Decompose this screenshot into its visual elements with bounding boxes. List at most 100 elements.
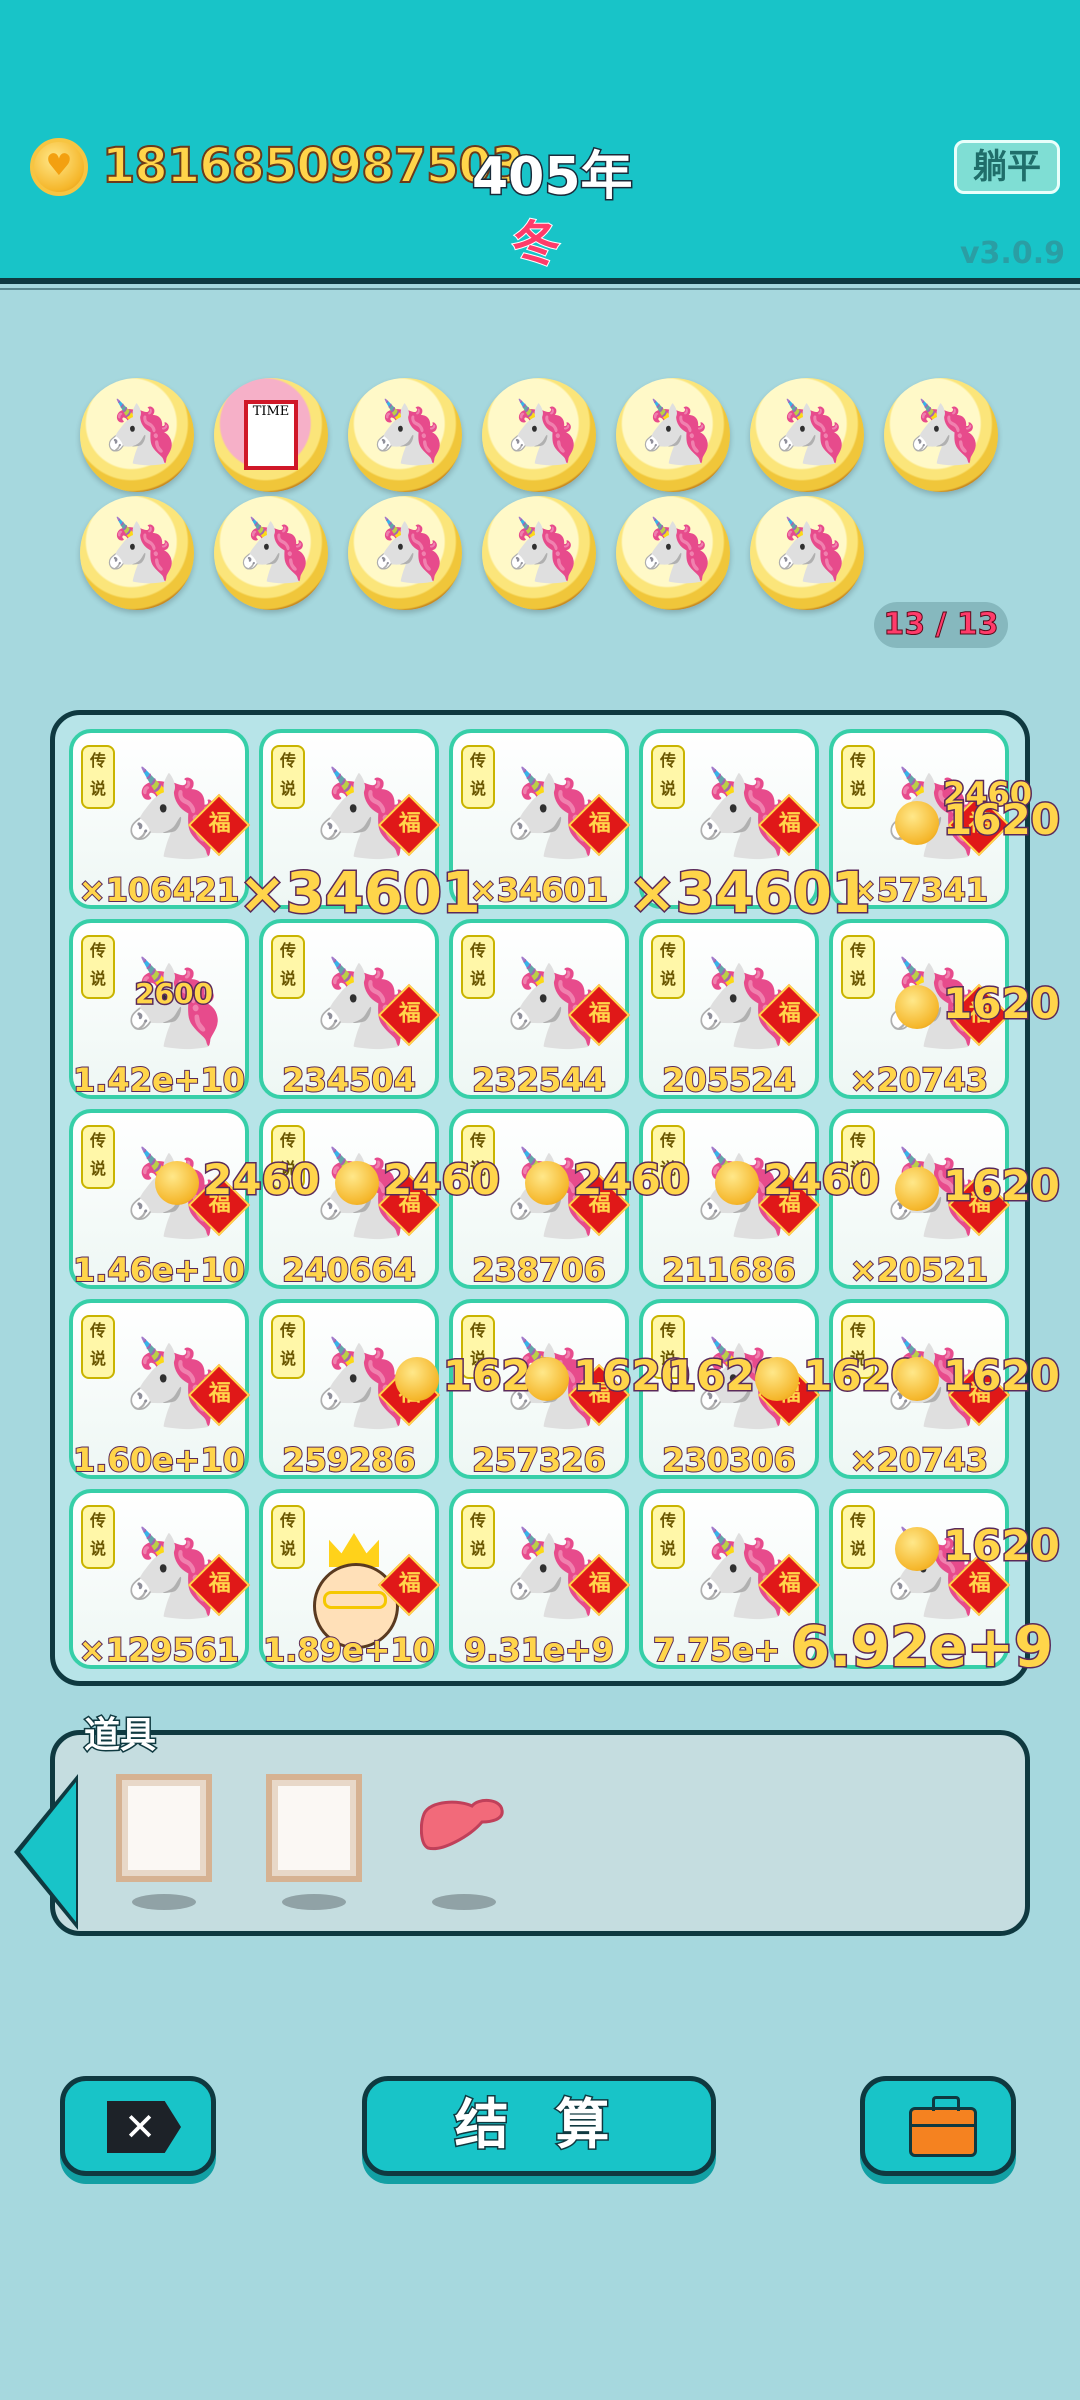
board-tile[interactable]: 传说 🦄 福 232544 bbox=[449, 919, 631, 1100]
payout-float: 2460 bbox=[335, 1154, 501, 1206]
settle-button[interactable]: 结 算 bbox=[362, 2076, 716, 2176]
unicorn-coin-icon[interactable]: 🦄 bbox=[884, 378, 998, 492]
coin-icon bbox=[755, 1356, 799, 1401]
close-button[interactable]: ✕ bbox=[60, 2076, 216, 2176]
tile-value: 259286 bbox=[281, 1440, 417, 1480]
item-shadow bbox=[432, 1894, 496, 1910]
legend-tag: 传说 bbox=[81, 1505, 115, 1569]
payout-float: 1620 bbox=[895, 978, 1061, 1030]
unicorn-coin-icon[interactable]: 🦄 bbox=[750, 378, 864, 492]
unicorn-coin-icon[interactable]: 🦄 bbox=[348, 496, 462, 610]
payout-float: 1620 bbox=[895, 1160, 1061, 1212]
legend-tag: 传说 bbox=[841, 1505, 875, 1569]
item-shadow bbox=[132, 1894, 196, 1910]
payout-float: 1620 bbox=[895, 1520, 1061, 1572]
bag-button[interactable] bbox=[860, 2076, 1016, 2176]
tile-value: 1.60e+10 bbox=[72, 1440, 246, 1480]
liver-icon[interactable] bbox=[420, 1796, 504, 1854]
legend-tag: 传说 bbox=[841, 935, 875, 999]
board-tile[interactable]: 传说 🦄 福 9.31e+9 bbox=[449, 1489, 631, 1670]
legend-tag: 传说 bbox=[271, 1315, 305, 1379]
coin-icon bbox=[715, 1160, 759, 1205]
unicorn-coin-icon[interactable]: 🦄 bbox=[80, 378, 194, 492]
tile-value: ×20521 bbox=[849, 1250, 989, 1290]
year-label: 405年 bbox=[471, 146, 635, 209]
tile-value: 1.89e+10 bbox=[262, 1630, 436, 1670]
legend-tag: 传说 bbox=[81, 745, 115, 809]
frame-item[interactable] bbox=[266, 1774, 362, 1882]
legend-tag: 传说 bbox=[461, 745, 495, 809]
board-tile[interactable]: 传说 🦄 福 ×129561 bbox=[69, 1489, 251, 1670]
coin-icon bbox=[525, 1356, 569, 1401]
tile-value: 230306 bbox=[661, 1440, 797, 1480]
tile-value: ×129561 bbox=[78, 1630, 240, 1670]
unicorn-coin-icon[interactable]: 🦄 bbox=[482, 378, 596, 492]
legend-tag: 传说 bbox=[271, 935, 305, 999]
lie-flat-button[interactable]: 躺平 bbox=[954, 140, 1060, 194]
board-tile[interactable]: 传说 🦄 福 234504 bbox=[259, 919, 441, 1100]
tile-value: 257326 bbox=[471, 1440, 607, 1480]
tile-value: 205524 bbox=[661, 1060, 797, 1100]
coin-icon bbox=[335, 1160, 379, 1205]
coin-count-badge: 13 / 13 bbox=[874, 602, 1008, 648]
frame-item[interactable] bbox=[116, 1774, 212, 1882]
coin-pool: 🦄 TIME 🦄 🦄 🦄 🦄 🦄 🦄 🦄 🦄 🦄 🦄 🦄 bbox=[80, 378, 1000, 618]
arrow-left-icon[interactable] bbox=[20, 1782, 76, 1922]
payout-float: 2460 bbox=[525, 1154, 691, 1206]
tile-value: 1.46e+10 bbox=[72, 1250, 246, 1290]
coin-icon bbox=[395, 1356, 439, 1401]
tile-value: ×106421 bbox=[78, 870, 240, 910]
legend-tag: 传说 bbox=[81, 1315, 115, 1379]
payout-float: 1620 bbox=[525, 1350, 691, 1402]
coin-icon bbox=[155, 1160, 199, 1205]
legend-tag: 传说 bbox=[271, 1505, 305, 1569]
coin-balance: 1816850987503 bbox=[101, 137, 525, 195]
coin-icon bbox=[895, 984, 939, 1029]
season-label: 冬 bbox=[511, 215, 561, 273]
unicorn-coin-icon[interactable]: 🦄 bbox=[616, 496, 730, 610]
payout-float: ×34601 bbox=[238, 860, 483, 928]
board-tile[interactable]: 传说 🦄 福 205524 bbox=[639, 919, 821, 1100]
slot-board: 传说🦄福×106421 传说🦄福 传说🦄福×34601 传说🦄福 传说🦄福×57… bbox=[50, 710, 1061, 1686]
close-icon: ✕ bbox=[107, 2101, 181, 2153]
unicorn-coin-icon[interactable]: 🦄 bbox=[348, 378, 462, 492]
tile-value: 211686 bbox=[661, 1250, 797, 1290]
unicorn-coin-icon[interactable]: 🦄 bbox=[750, 496, 864, 610]
coin-icon bbox=[895, 1526, 939, 1571]
payout-float: 2460 bbox=[715, 1154, 881, 1206]
tile-value: ×20743 bbox=[849, 1060, 989, 1100]
unicorn-coin-icon[interactable]: 🦄 bbox=[214, 496, 328, 610]
unicorn-coin-icon[interactable]: 🦄 bbox=[616, 378, 730, 492]
payout-float: 6.92e+9 bbox=[789, 1614, 1054, 1682]
tile-value: 240664 bbox=[281, 1250, 417, 1290]
coin-icon bbox=[895, 1356, 939, 1401]
tile-value: ×20743 bbox=[849, 1440, 989, 1480]
time-magazine-coin-icon[interactable]: TIME bbox=[214, 378, 328, 492]
board-tile[interactable]: 传说 福 1.89e+10 bbox=[259, 1489, 441, 1670]
unicorn-coin-icon[interactable]: 🦄 bbox=[482, 496, 596, 610]
legend-tag: 传说 bbox=[651, 935, 685, 999]
payout-float: 2460 bbox=[155, 1154, 321, 1206]
legend-tag: 传说 bbox=[461, 935, 495, 999]
coin-icon bbox=[30, 138, 88, 196]
unicorn-coin-icon[interactable]: 🦄 bbox=[80, 496, 194, 610]
header-divider bbox=[0, 278, 1080, 284]
item-shadow bbox=[282, 1894, 346, 1910]
legend-tag: 传说 bbox=[651, 1505, 685, 1569]
payout-float: ×34601 bbox=[628, 860, 873, 928]
header-divider-secondary bbox=[0, 288, 1080, 290]
payout-float: 2600 bbox=[134, 976, 215, 1012]
coin-icon bbox=[895, 800, 939, 845]
board-tile[interactable]: 传说 🦄 福 1.60e+10 bbox=[69, 1299, 251, 1480]
tile-value: 9.31e+9 bbox=[463, 1630, 615, 1670]
item-tray-title: 道具 bbox=[82, 1714, 157, 1758]
legend-tag: 传说 bbox=[651, 745, 685, 809]
coin-icon bbox=[525, 1160, 569, 1205]
legend-tag: 传说 bbox=[461, 1505, 495, 1569]
payout-float: 1620 bbox=[895, 1350, 1061, 1402]
legend-tag: 传说 bbox=[81, 1125, 115, 1189]
version-label: v3.0.9 bbox=[960, 236, 1065, 271]
legend-tag: 传说 bbox=[841, 745, 875, 809]
tile-value: 1.42e+10 bbox=[72, 1060, 246, 1100]
board-tile[interactable]: 传说 🦄 福 ×106421 bbox=[69, 729, 251, 910]
